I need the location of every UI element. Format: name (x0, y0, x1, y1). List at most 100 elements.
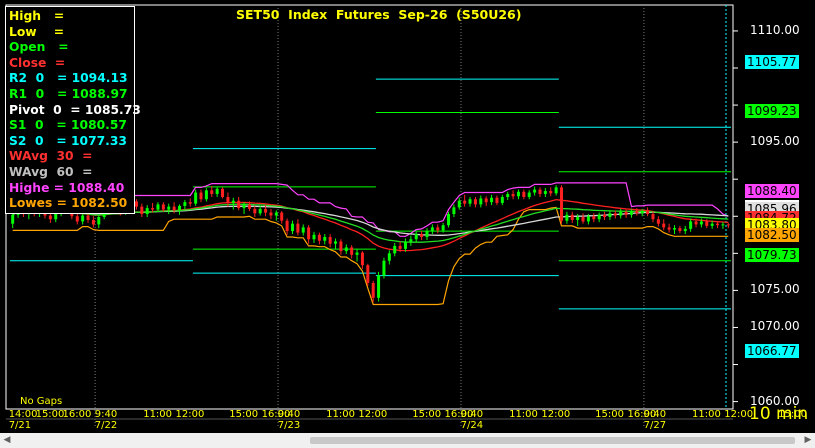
candle-body (183, 202, 187, 206)
x-date-label: 7/24 (460, 420, 484, 431)
candle-body (447, 214, 451, 226)
candle-body (301, 227, 305, 233)
candle-body (570, 214, 574, 220)
y-tick-label: 1095.00 (750, 134, 800, 149)
candle-body (199, 192, 203, 200)
scroll-left-icon[interactable]: ◀ (0, 433, 14, 448)
candle-body (463, 200, 467, 204)
candle-body (161, 204, 165, 210)
candle-body (500, 196, 504, 203)
price-badge: 1066.77 (745, 344, 799, 359)
scroll-thumb[interactable] (310, 437, 795, 444)
x-date-label: 7/23 (277, 420, 301, 431)
candle-body (689, 221, 693, 229)
candle-body (366, 265, 370, 283)
y-tick-label: 1060.00 (750, 393, 800, 408)
candle-body (264, 208, 268, 213)
candle-body (667, 227, 671, 230)
candle-body (140, 206, 144, 215)
candle-body (511, 194, 515, 197)
candle-body (226, 196, 230, 203)
candle-body (221, 188, 225, 197)
candle-body (726, 224, 730, 226)
candle-body (334, 241, 338, 244)
candle-body (97, 217, 101, 225)
x-time-label: 12:00 (724, 409, 754, 420)
candle-body (533, 189, 537, 193)
candle-body (350, 247, 354, 255)
candle-body (409, 239, 413, 242)
x-time-label: 14:00 (8, 409, 38, 420)
candle-body (312, 234, 316, 240)
candle-body (86, 215, 90, 220)
candle-body (290, 223, 294, 232)
horizontal-scrollbar[interactable]: ◀ ▶ (0, 433, 815, 448)
candle-body (527, 192, 531, 197)
candle-body (430, 227, 434, 232)
candle-body (716, 223, 720, 226)
chart-window: SET50 Index Futures Sep-26 (S50U26) High… (0, 0, 815, 448)
legend-row: R2 0 = 1094.13 (9, 71, 128, 86)
x-time-label: 15:00 (778, 409, 807, 420)
candle-body (231, 200, 235, 203)
x-time-label: 11:00 (143, 409, 173, 420)
price-badge: 1082.50 (745, 227, 799, 242)
candle-body (516, 191, 520, 197)
candle-body (210, 190, 214, 195)
x-time-label: 15:00 (35, 409, 65, 420)
candle-body (468, 199, 472, 204)
candle-body (145, 208, 149, 215)
candle-body (522, 191, 526, 197)
candle-body (151, 208, 155, 210)
candle-body (576, 217, 580, 220)
candle-body (48, 215, 52, 220)
x-time-label: 12:00 (175, 409, 205, 420)
legend-row: S2 0 = 1077.33 (9, 133, 127, 148)
x-time-label: 15:00 (229, 409, 259, 420)
candle-body (91, 219, 95, 225)
x-time-label: 9:40 (277, 409, 301, 420)
candle-body (247, 204, 251, 209)
candle-body (457, 200, 461, 208)
candle-body (538, 189, 542, 195)
x-time-label: 12:00 (358, 409, 388, 420)
candle-body (167, 206, 171, 210)
candle-body (710, 223, 714, 226)
candle-body (269, 212, 273, 216)
candle-body (328, 237, 332, 244)
candle-body (377, 275, 381, 298)
candle-body (441, 225, 445, 231)
candle-body (436, 227, 440, 231)
candle-body (473, 199, 477, 205)
candle-body (581, 217, 585, 222)
candle-body (705, 221, 709, 226)
price-badge: 1088.40 (745, 184, 799, 199)
x-time-label: 11:00 (509, 409, 538, 420)
candle-body (673, 228, 677, 230)
legend-row: Pivot 0 = 1085.73 (9, 102, 141, 117)
candle-body (11, 214, 15, 224)
candle-body (339, 241, 343, 252)
candle-body (253, 208, 257, 214)
x-time-label: 15:00 (595, 409, 624, 420)
candle-body (403, 241, 407, 249)
candle-body (662, 223, 666, 228)
gaps-indicator: No Gaps (20, 396, 63, 407)
candle-body (608, 213, 612, 218)
candle-body (721, 224, 725, 226)
candle-body (242, 204, 246, 209)
candle-body (307, 227, 311, 240)
legend-row: WAvg 60 = (9, 164, 93, 179)
candle-body (699, 221, 703, 225)
candle-body (274, 212, 278, 216)
candle-body (603, 214, 607, 218)
scroll-right-icon[interactable]: ▶ (801, 433, 815, 448)
candle-body (280, 212, 284, 221)
candle-body (75, 216, 79, 222)
legend-row: Lowes = 1082.50 (9, 196, 128, 211)
x-time-label: 9:40 (643, 409, 667, 420)
candle-body (387, 253, 391, 261)
indicator-legend: High = Low = Open = Close = R2 0 = 1094.13 R1… (5, 6, 141, 214)
candle-body (619, 211, 623, 216)
legend-row: Low = (9, 24, 65, 39)
